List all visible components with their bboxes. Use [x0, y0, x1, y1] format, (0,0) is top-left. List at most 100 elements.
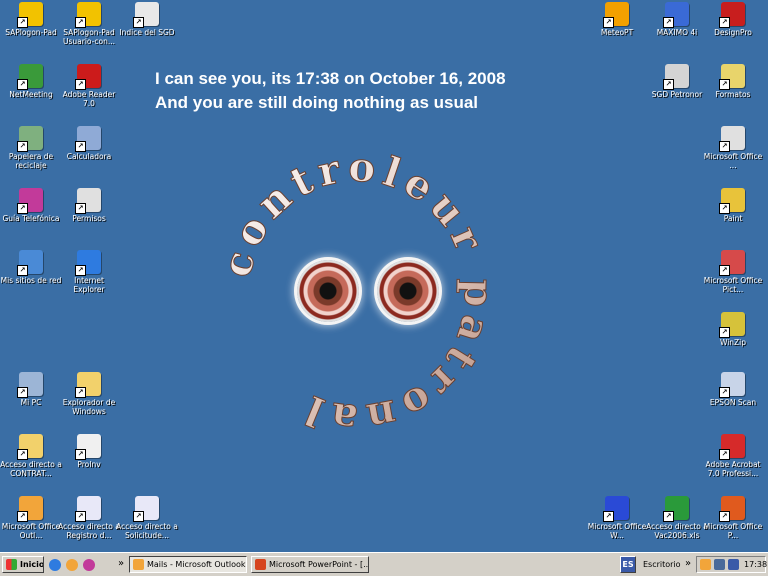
desktop-icon-saplogon-pad-usuario-con[interactable]: ↗ SAPlogon-Pad Usuario-con... — [58, 2, 120, 46]
shortcut-arrow-icon: ↗ — [75, 387, 86, 398]
desktop-icon-designpro[interactable]: ↗ DesignPro — [702, 2, 764, 37]
desktop-icon-microsoft-office-pict[interactable]: ↗ Microsoft Office Pict... — [702, 250, 764, 294]
desktop-icon-label: NetMeeting — [9, 90, 53, 99]
shortcut-arrow-icon: ↗ — [719, 511, 730, 522]
pdf-shortcut-icon: ↗ — [133, 496, 159, 522]
windows-logo-icon — [6, 559, 17, 570]
desktop-icon-label: Internet Explorer — [73, 276, 105, 294]
quicklaunch-desktop-icon[interactable] — [66, 559, 78, 571]
desktop-icon-permisos[interactable]: ↗ Permisos — [58, 188, 120, 223]
meteo-sun-icon: ↗ — [603, 2, 629, 28]
shortcut-arrow-icon: ↗ — [663, 79, 674, 90]
desktop-icon-acceso-directo-a-contrat[interactable]: ↗ Acceso directo a CONTRAT... — [0, 434, 62, 478]
desktop-icon-acceso-directo-a-vac2006-xls[interactable]: ↗ Acceso directo a Vac2006.xls — [646, 496, 708, 540]
desktop-icon-mi-pc[interactable]: ↗ Mi PC — [0, 372, 62, 407]
desktop-icon-label: SGD Petronor — [651, 90, 703, 99]
office-powerpoint-icon: ↗ — [719, 496, 745, 522]
shortcut-arrow-icon: ↗ — [75, 79, 86, 90]
phone-book-icon: ↗ — [17, 188, 43, 214]
office-picture-icon: ↗ — [719, 250, 745, 276]
lang-label: ES — [622, 560, 634, 569]
desktop-icon-saplogon-pad[interactable]: ↗ SAPlogon-Pad — [0, 2, 62, 37]
desktop-icon-label: Microsoft Office ... — [703, 152, 763, 170]
desktop-icon-paint[interactable]: ↗ Paint — [702, 188, 764, 223]
desktop-icon-label: Mis sitios de red — [0, 276, 62, 285]
desktop-icon-label: Microsoft Office W... — [587, 522, 647, 540]
desktop-icon-label: MAXIMO 4i — [656, 28, 698, 37]
desktop-icon-adobe-reader-7-0[interactable]: ↗ Adobe Reader 7.0 — [58, 64, 120, 108]
maximo-icon: ↗ — [663, 2, 689, 28]
shortcut-arrow-icon: ↗ — [17, 203, 28, 214]
calculator-icon: ↗ — [75, 126, 101, 152]
desktop-icon-indice-del-sgd[interactable]: ↗ Indice del SGD — [116, 2, 178, 37]
desktop-icon-label: MeteoPT — [600, 28, 634, 37]
tray-network-icon[interactable] — [714, 559, 725, 570]
desktop-icon-microsoft-office-p[interactable]: ↗ Microsoft Office P... — [702, 496, 764, 540]
shortcut-arrow-icon: ↗ — [719, 387, 730, 398]
desktop-icon-label: Guía Telefónica — [2, 214, 60, 223]
quicklaunch-chevron[interactable]: » — [118, 558, 124, 569]
desktop-icon-netmeeting[interactable]: ↗ NetMeeting — [0, 64, 62, 99]
desktop-icon-label: Permisos — [72, 214, 106, 223]
start-button[interactable]: Inicio — [2, 556, 44, 573]
desktop: ↗ SAPlogon-Pad ↗ SAPlogon-Pad Usuario-con..… — [0, 0, 768, 552]
desktop-icon-explorador-de-windows[interactable]: ↗ Explorador de Windows — [58, 372, 120, 416]
shortcut-arrow-icon: ↗ — [17, 141, 28, 152]
desktop-icon-acceso-directo-a-registro-d[interactable]: ↗ Acceso directo a Registro d... — [58, 496, 120, 540]
proinv-icon: ↗ — [75, 434, 101, 460]
desktop-icon-internet-explorer[interactable]: ↗ Internet Explorer — [58, 250, 120, 294]
folder-icon: ↗ — [17, 434, 43, 460]
shortcut-arrow-icon: ↗ — [17, 79, 28, 90]
sap-pad-icon: ↗ — [75, 2, 101, 28]
excel-shortcut-icon: ↗ — [663, 496, 689, 522]
desktop-icon-calculadora[interactable]: ↗ Calculadora — [58, 126, 120, 161]
taskbar: Inicio » Mails - Microsoft Outlook Micros… — [0, 552, 768, 576]
controleur-ring: controleur patronal — [212, 143, 496, 444]
sgd-icon: ↗ — [663, 64, 689, 90]
desktop-icon-label: EPSON Scan — [709, 398, 757, 407]
desktop-message: I can see you, its 17:38 on October 16, … — [155, 67, 506, 115]
desktop-icon-gu-a-telef-nica[interactable]: ↗ Guía Telefónica — [0, 188, 62, 223]
netmeeting-icon: ↗ — [17, 64, 43, 90]
shortcut-arrow-icon: ↗ — [75, 17, 86, 28]
quicklaunch-phonebook-icon[interactable] — [83, 559, 95, 571]
shortcut-arrow-icon: ↗ — [719, 17, 730, 28]
office-icon: ↗ — [719, 126, 745, 152]
powerpoint-icon — [255, 559, 266, 570]
desktop-icon-epson-scan[interactable]: ↗ EPSON Scan — [702, 372, 764, 407]
desktop-icon-mis-sitios-de-red[interactable]: ↗ Mis sitios de red — [0, 250, 62, 285]
taskbar-button-powerpoint[interactable]: Microsoft PowerPoint - [... — [251, 556, 369, 573]
shortcut-arrow-icon: ↗ — [75, 449, 86, 460]
shortcut-arrow-icon: ↗ — [75, 265, 86, 276]
system-tray: 17:38 — [696, 556, 767, 573]
desktop-icon-maximo-4i[interactable]: ↗ MAXIMO 4i — [646, 2, 708, 37]
shortcut-arrow-icon: ↗ — [17, 17, 28, 28]
shortcut-arrow-icon: ↗ — [17, 265, 28, 276]
desktop-icon-papelera-de-reciclaje[interactable]: ↗ Papelera de reciclaje — [0, 126, 62, 170]
desktop-icon-label: Adobe Acrobat 7.0 Professi... — [705, 460, 761, 478]
quicklaunch-browser-icon[interactable] — [49, 559, 61, 571]
desktop-icon-proinv[interactable]: ↗ ProInv — [58, 434, 120, 469]
lang-indicator[interactable]: ES — [620, 556, 636, 573]
tray-chevron[interactable]: » — [685, 558, 691, 569]
desktop-icon-microsoft-office-outl[interactable]: ↗ Microsoft Office Outl... — [0, 496, 62, 540]
message-line-2: And you are still doing nothing as usual — [155, 93, 479, 112]
desktop-icon-label: Paint — [723, 214, 743, 223]
tray-security-icon[interactable] — [728, 559, 739, 570]
desktop-icon-label: WinZip — [719, 338, 747, 347]
desktop-icon-sgd-petronor[interactable]: ↗ SGD Petronor — [646, 64, 708, 99]
desktop-icon-microsoft-office[interactable]: ↗ Microsoft Office ... — [702, 126, 764, 170]
desktop-icon-microsoft-office-w[interactable]: ↗ Microsoft Office W... — [586, 496, 648, 540]
desktop-icon-adobe-acrobat-7-0-professi[interactable]: ↗ Adobe Acrobat 7.0 Professi... — [702, 434, 764, 478]
desktop-icon-acceso-directo-a-solicitude[interactable]: ↗ Acceso directo a Solicitude... — [116, 496, 178, 540]
desktop-icon-label: Microsoft Office Outl... — [1, 522, 61, 540]
my-computer-icon: ↗ — [17, 372, 43, 398]
desktop-icon-label: DesignPro — [714, 28, 752, 37]
taskbar-button-outlook[interactable]: Mails - Microsoft Outlook — [129, 556, 247, 573]
desktop-icon-label: Formatos — [715, 90, 751, 99]
desktop-icon-winzip[interactable]: ↗ WinZip — [702, 312, 764, 347]
tray-outlook-icon[interactable] — [700, 559, 711, 570]
desktop-toolbar-label[interactable]: Escritorio — [643, 560, 681, 569]
desktop-icon-formatos[interactable]: ↗ Formatos — [702, 64, 764, 99]
desktop-icon-meteopt[interactable]: ↗ MeteoPT — [586, 2, 648, 37]
